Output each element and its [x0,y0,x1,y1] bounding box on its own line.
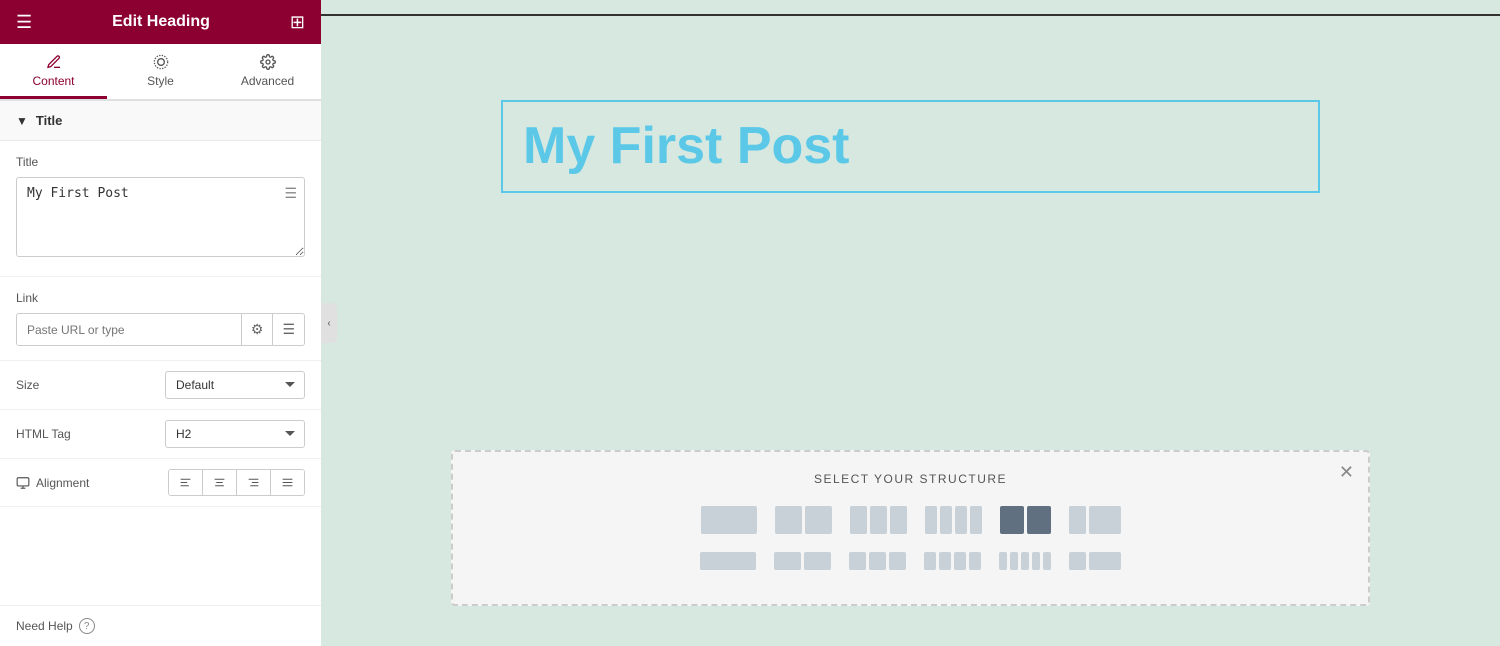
structure-selector: ✕ SELECT YOUR STRUCTURE [451,450,1370,606]
structure-2thin[interactable] [770,548,835,574]
tab-content-label: Content [32,74,74,88]
panel-header: ☰ Edit Heading ⊞ [0,0,321,44]
title-textarea[interactable]: My First Post [16,177,305,257]
structure-3col[interactable] [846,502,911,538]
tab-content[interactable]: Content [0,44,107,99]
structure-row-1 [473,502,1348,538]
link-input[interactable] [17,315,241,345]
link-label: Link [16,291,305,305]
section-title: Title [36,113,63,128]
section-chevron-icon: ▼ [16,114,28,128]
html-tag-select[interactable]: H1 H2 H3 H4 H5 H6 div span p [165,420,305,448]
structure-5thin[interactable] [995,548,1055,574]
tab-style-label: Style [147,74,174,88]
structure-3thin-b[interactable] [845,548,910,574]
align-center-button[interactable] [203,470,237,495]
structure-row-2 [473,548,1348,574]
need-help-text: Need Help [16,619,73,633]
dynamic-tag-icon[interactable]: ☰ [284,185,297,202]
grid-icon[interactable]: ⊞ [290,12,305,33]
tab-style[interactable]: Style [107,44,214,99]
title-field-group: Title My First Post ☰ [0,141,321,277]
structure-2col[interactable] [771,502,836,538]
title-label: Title [16,155,305,169]
left-panel: ☰ Edit Heading ⊞ Content Style Advanced [0,0,321,646]
title-textarea-wrapper: My First Post ☰ [16,177,305,262]
canvas-top-border [321,14,1500,16]
html-tag-label: HTML Tag [16,427,71,441]
alignment-label: Alignment [16,476,89,490]
structure-6thin[interactable] [1065,548,1125,574]
link-settings-icon[interactable]: ⚙ [241,314,273,345]
link-dynamic-icon[interactable]: ☰ [272,314,304,345]
link-field-group: Link ⚙ ☰ [0,277,321,361]
tabs-bar: Content Style Advanced [0,44,321,101]
structure-1-2col[interactable] [1065,502,1125,538]
structure-4thin[interactable] [920,548,985,574]
panel-title: Edit Heading [32,13,290,31]
tab-advanced[interactable]: Advanced [214,44,321,99]
close-structure-button[interactable]: ✕ [1339,462,1354,483]
structure-3thin[interactable] [696,548,760,574]
align-left-button[interactable] [169,470,203,495]
structure-title: SELECT YOUR STRUCTURE [473,472,1348,486]
html-tag-row: HTML Tag H1 H2 H3 H4 H5 H6 div span p [0,410,321,459]
size-select[interactable]: Default Small Medium Large XL XXL [165,371,305,399]
monitor-icon [16,476,30,490]
structure-4col[interactable] [921,502,986,538]
structure-1col[interactable] [697,502,761,538]
size-label: Size [16,378,39,392]
link-input-row: ⚙ ☰ [16,313,305,346]
align-right-button[interactable] [237,470,271,495]
help-circle-icon[interactable]: ? [79,618,95,634]
align-justify-button[interactable] [271,470,304,495]
heading-text: My First Post [523,118,1298,175]
structure-2col-selected[interactable] [996,502,1055,538]
alignment-row: Alignment [0,459,321,507]
collapse-handle[interactable]: ‹ [321,303,337,343]
section-title-bar[interactable]: ▼ Title [0,101,321,141]
panel-footer: Need Help ? [0,605,321,646]
hamburger-menu-icon[interactable]: ☰ [16,12,32,33]
tab-advanced-label: Advanced [241,74,294,88]
canvas: My First Post ✕ SELECT YOUR STRUCTURE [321,0,1500,646]
panel-body: ▼ Title Title My First Post ☰ Link ⚙ ☰ S… [0,101,321,646]
size-row: Size Default Small Medium Large XL XXL [0,361,321,410]
heading-element[interactable]: My First Post [501,100,1320,193]
alignment-buttons [168,469,305,496]
